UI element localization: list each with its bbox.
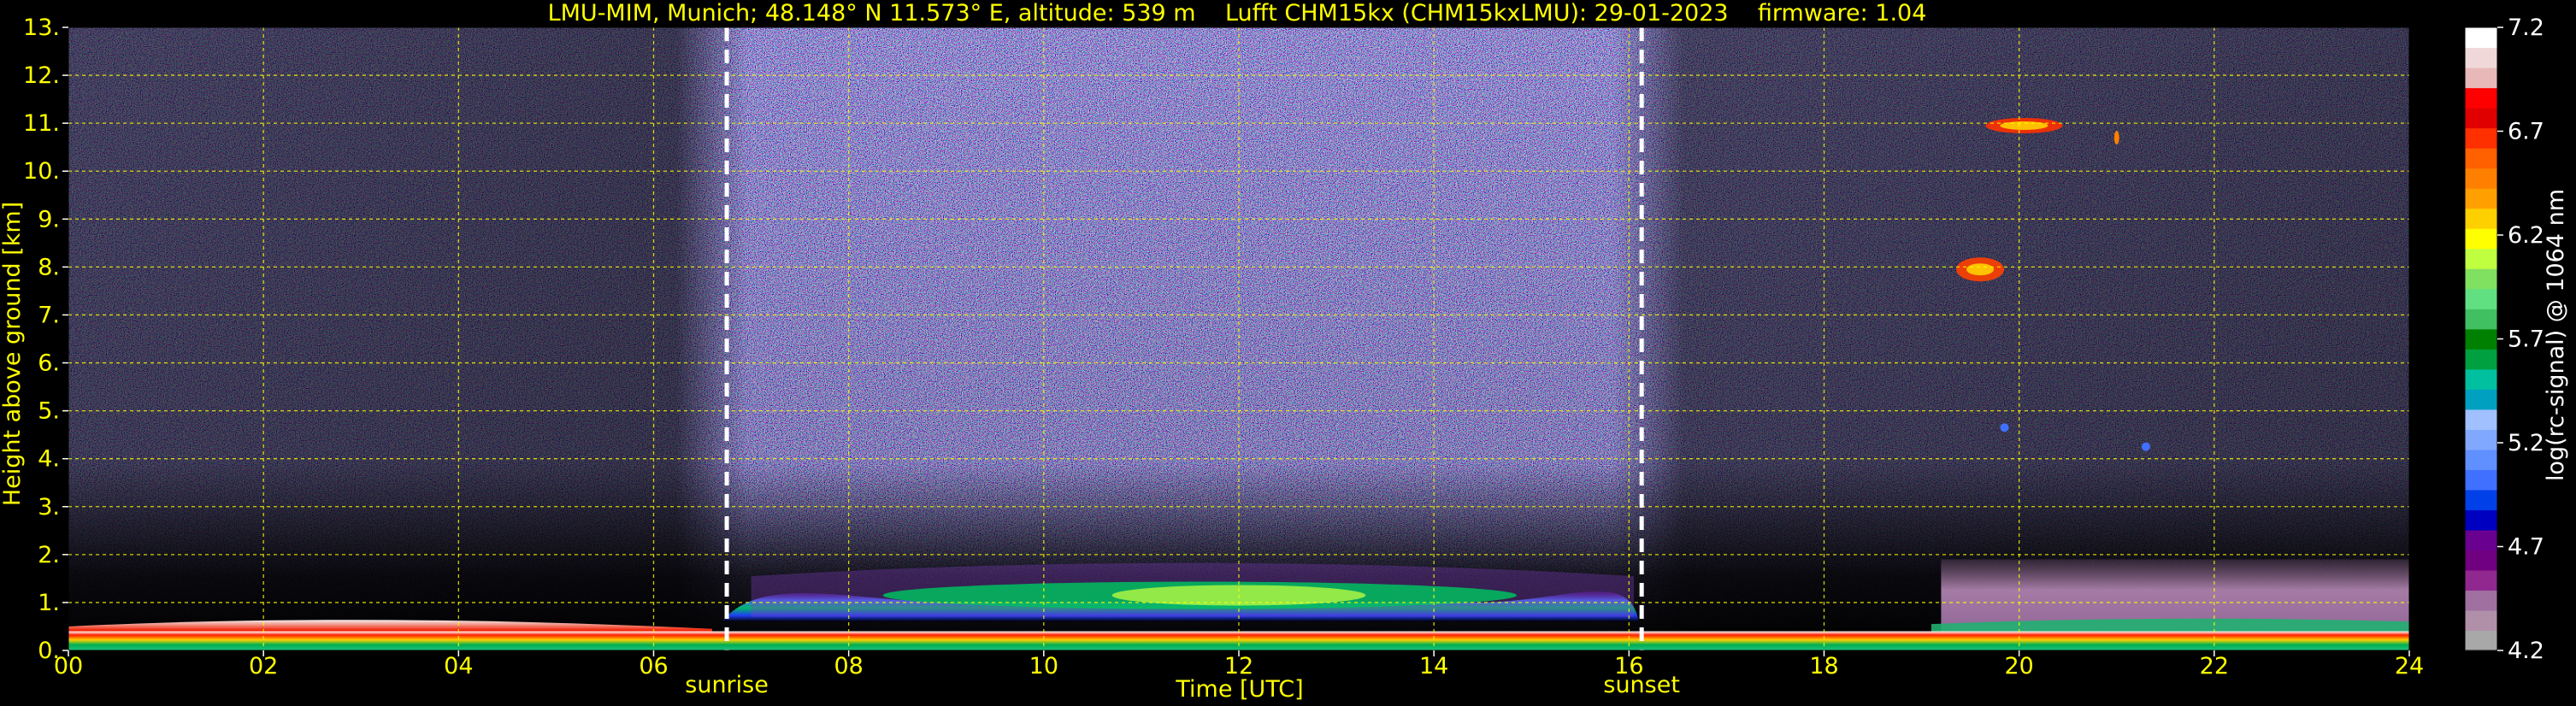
x-tick-label: 14 — [1419, 653, 1448, 680]
x-axis-label: Time [UTC] — [1175, 676, 1303, 703]
cloud-speck — [2000, 423, 2009, 432]
x-tick-label: 02 — [249, 653, 278, 680]
surface-band — [68, 631, 2409, 650]
x-tick-label: 18 — [1809, 653, 1838, 680]
y-tick-label: 7. — [38, 302, 60, 328]
colorbar-swatch — [2465, 529, 2497, 551]
y-tick-label: 6. — [38, 350, 60, 377]
y-tick-label: 13. — [23, 15, 60, 41]
y-tick-label: 10. — [23, 158, 60, 185]
colorbar-swatch — [2465, 609, 2497, 632]
colorbar-swatch — [2465, 469, 2497, 491]
colorbar-swatch — [2465, 148, 2497, 169]
x-tick-label: 22 — [2200, 653, 2229, 680]
colorbar-tick-label: 6.2 — [2508, 222, 2544, 249]
colorbar-swatch — [2465, 188, 2497, 209]
y-tick-label: 12. — [23, 62, 60, 89]
colorbar-swatch — [2465, 509, 2497, 531]
x-tick-label: 10 — [1029, 653, 1058, 680]
colorbar-swatch — [2465, 489, 2497, 510]
colorbar-swatch — [2465, 349, 2497, 370]
cirrus-cloud-core — [2000, 121, 2048, 130]
colorbar-swatch — [2465, 409, 2497, 430]
colorbar-swatch — [2465, 569, 2497, 591]
colorbar-tick-label: 7.2 — [2508, 15, 2544, 41]
colorbar-label: log(rc-signal) @ 1064 nm — [2543, 189, 2569, 481]
x-tick-label: 24 — [2395, 653, 2424, 680]
colorbar-tick-label: 4.2 — [2508, 638, 2544, 664]
cloud-fragment — [2113, 130, 2119, 144]
colorbar-swatch — [2465, 47, 2497, 68]
y-tick-label: 9. — [38, 206, 60, 232]
colorbar-swatch — [2465, 168, 2497, 189]
x-tick-label: 06 — [639, 653, 668, 680]
y-tick-label: 8. — [38, 254, 60, 280]
colorbar-swatch — [2465, 309, 2497, 330]
x-tick-label: 16 — [1614, 653, 1643, 680]
colorbar-swatch — [2465, 550, 2497, 571]
lidar-quicklook: sunrise sunset 00 02 04 06 08 10 12 14 16 18 20 22 24… — [0, 0, 2569, 703]
y-tick-label: 11. — [23, 110, 60, 137]
colorbar-tick-label: 4.7 — [2508, 534, 2544, 561]
y-tick-label: 2. — [38, 542, 60, 568]
colorbar-swatch — [2465, 429, 2497, 450]
colorbar-tick-label: 5.7 — [2508, 327, 2544, 353]
colorbar-swatch — [2465, 27, 2497, 49]
colorbar-swatch — [2465, 87, 2497, 109]
y-tick-label: 3. — [38, 494, 60, 521]
colorbar-swatch — [2465, 248, 2497, 269]
colorbar-swatch — [2465, 590, 2497, 611]
colorbar-swatch — [2465, 127, 2497, 149]
colorbar-swatch — [2465, 389, 2497, 410]
x-tick-label: 08 — [834, 653, 863, 680]
colorbar: 4.2 4.7 5.2 5.7 6.2 6.7 7.2 — [2464, 15, 2544, 664]
colorbar-tick-label: 6.7 — [2508, 119, 2544, 145]
cloud-patch-core — [1966, 263, 1995, 276]
y-axis-label: Height above ground [km] — [0, 202, 26, 506]
colorbar-swatch — [2465, 68, 2497, 89]
y-tick-label: 5. — [38, 398, 60, 425]
y-tick-label: 4. — [38, 446, 60, 473]
colorbar-swatch — [2465, 449, 2497, 470]
colorbar-tick-label: 5.2 — [2508, 430, 2544, 456]
colorbar-swatch — [2465, 208, 2497, 229]
colorbar-swatch — [2465, 328, 2497, 350]
colorbar-swatch — [2465, 630, 2497, 651]
colorbar-swatch — [2465, 108, 2497, 129]
colorbar-swatch — [2465, 368, 2497, 390]
y-tick-label: 1. — [38, 590, 60, 616]
y-tick-label: 0. — [38, 638, 60, 664]
cloud-speck — [2141, 442, 2150, 451]
marker-label-sunrise: sunrise — [685, 672, 769, 698]
x-tick-label: 04 — [444, 653, 473, 680]
colorbar-swatch — [2465, 288, 2497, 309]
x-tick-label: 20 — [2004, 653, 2033, 680]
colorbar-swatch — [2465, 228, 2497, 250]
chart-title: LMU-MIM, Munich; 48.148° N 11.573° E, al… — [548, 0, 1927, 26]
colorbar-swatch — [2465, 268, 2497, 290]
